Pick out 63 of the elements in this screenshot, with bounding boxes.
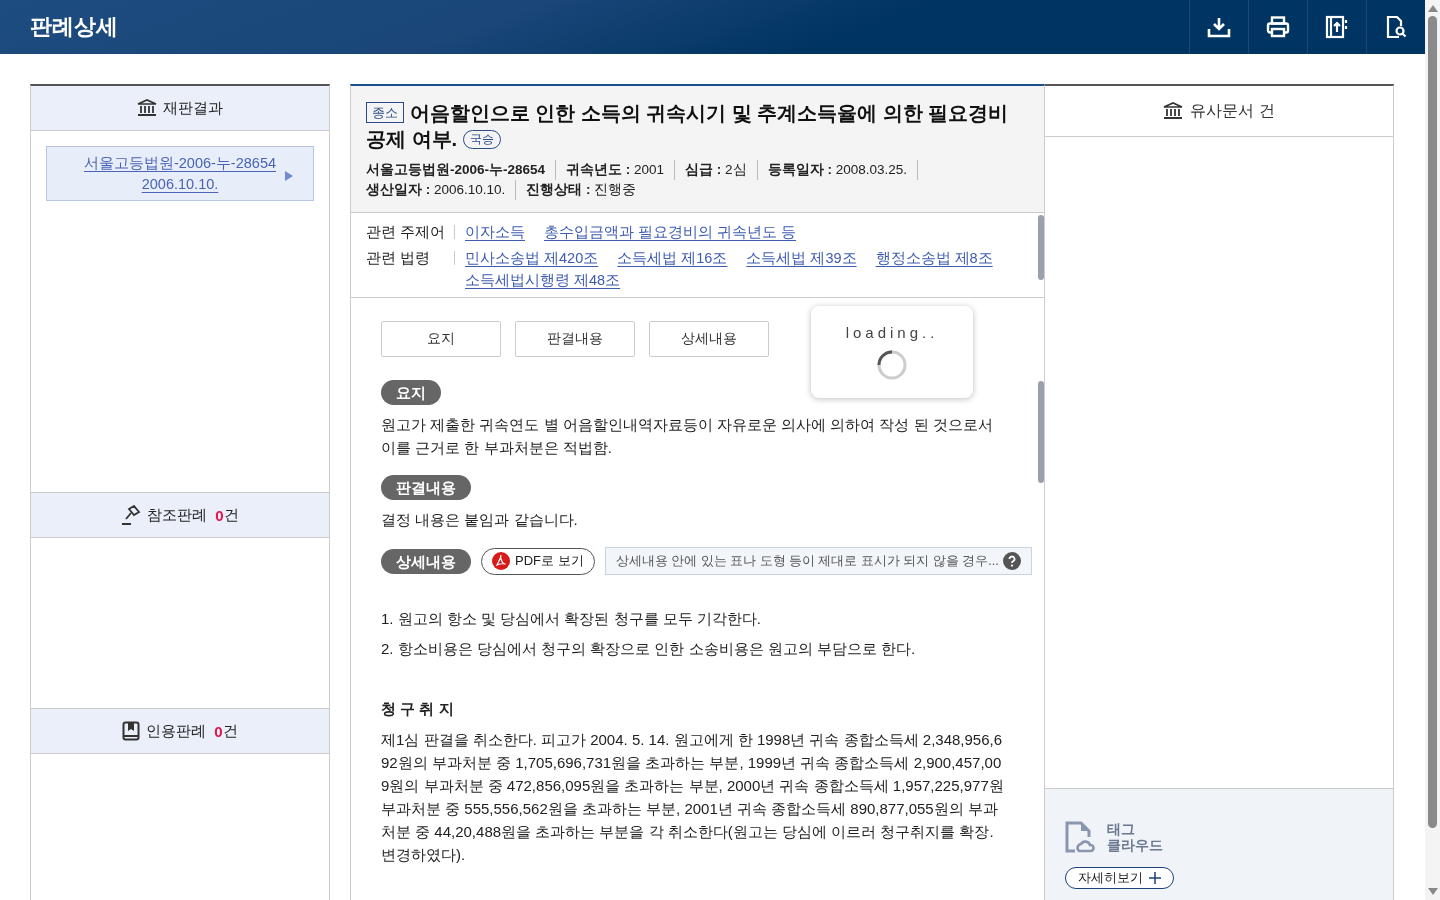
page-scrollbar[interactable] (1425, 0, 1440, 900)
pdf-button[interactable]: PDF로 보기 (481, 547, 595, 575)
related-link[interactable]: 소득세법시행령 제48조 (465, 269, 621, 291)
section-label: 요지 (381, 380, 441, 405)
courthouse-icon (1163, 102, 1184, 120)
meta-item: 생산일자 : 2006.10.10. (366, 180, 517, 200)
page-title: 판례상세 (30, 13, 118, 41)
meta-item: 심급 : 2심 (685, 160, 758, 180)
claim-text: 제1심 판결을 취소한다. 피고가 2004. 5. 14. 원고에게 한 1998년 귀속 종합소득세 2,348,956,692원의 부과처분 중 1,705,696,731원을 초과하는 부분, 1999년 귀속 종합소득세 2,900,457,009원의 부과처분 중 472,856,095원을 초과하는 부분, 2000년 귀속 종합소득세 1,957,225,977원 부과처분 중 555,556,562원을 초과하는 부분, 2001년 귀속 종합소득세 890,877,055원의 부과처분 중 44,20,488원을 초과하는 부분을 각 취소한다(원고는 당심에 이르러 청구취지를 확장.변경하였다). (381, 730, 1005, 865)
hint-text: 상세내용 안에 있는 표나 도형 등이 제대로 표시가 되지 않을 경우... (615, 552, 999, 570)
section-title: 유사문서 건 (1190, 100, 1275, 121)
related-label: 관련 주제어 (366, 222, 446, 242)
courthouse-icon (137, 99, 157, 117)
scrollbar-thumb[interactable] (1038, 381, 1044, 483)
related-label: 관련 법령 (366, 248, 432, 268)
meta-item: 귀속년도 : 2001 (566, 160, 676, 180)
related-link[interactable]: 총수입금액과 필요경비의 귀속년도 등 (544, 221, 797, 243)
count-value: 0 (215, 506, 224, 524)
case-link[interactable]: 서울고등법원-2006-누-28654 2006.10.10. (83, 152, 277, 195)
plus-icon (1149, 872, 1161, 884)
document-search-icon (1385, 15, 1407, 39)
section-title: 참조판례 (147, 505, 208, 525)
judgment-text: 결정 내용은 붙임과 같습니다. (381, 510, 579, 530)
type-badge: 종소 (366, 102, 404, 123)
tag-cloud-title: 태그 클라우드 (1107, 821, 1163, 853)
loading-text: loading.. (845, 323, 939, 341)
scroll-up-icon[interactable] (1427, 4, 1438, 12)
document-cloud-icon (1065, 821, 1095, 853)
spinner-icon (876, 348, 908, 381)
related-link[interactable]: 이자소득 (465, 221, 525, 243)
related-link[interactable]: 민사소송법 제420조 (465, 247, 599, 269)
export-icon (1325, 15, 1349, 39)
meta-item: 서울고등법원-2006-누-28654 (366, 160, 557, 180)
count-value: 0 (214, 722, 223, 740)
section-label: 상세내용 (381, 548, 471, 574)
print-icon (1266, 16, 1290, 38)
help-icon[interactable] (1002, 552, 1021, 570)
section-label: 판결내용 (381, 475, 471, 500)
book-icon (122, 721, 141, 741)
related-link[interactable]: 행정소송법 제8조 (875, 247, 993, 269)
scrollbar-thumb[interactable] (1038, 215, 1044, 280)
section-button[interactable]: 요지 (381, 321, 501, 357)
section-button[interactable]: 상세내용 (649, 321, 769, 357)
related-link[interactable]: 소득세법 제16조 (617, 247, 728, 269)
count-unit: 건 (222, 721, 238, 741)
gavel-icon (121, 505, 142, 525)
count-unit: 건 (223, 505, 239, 525)
subheading: 청 구 취 지 (381, 699, 455, 719)
related-link[interactable]: 소득세법 제39조 (746, 247, 857, 269)
case-title: 종소 어음할인으로 인한 소득의 귀속시기 및 추계소득율에 의한 필요경비 공제 여부. 국승 (366, 101, 1010, 152)
arrow-right-icon (285, 171, 293, 181)
order-item: 2. 항소비용은 당심에서 청구의 확장으로 인한 소송비용은 원고의 부담으로 한다. (381, 639, 917, 659)
summary-text: 원고가 제출한 귀속연도 별 어음할인내역자료등이 자유로운 의사에 의하여 작성 된 것으로서 이를 근거로 한 부과처분은 적법함. (381, 415, 994, 458)
scroll-down-icon[interactable] (1427, 888, 1438, 896)
section-title: 재판결과 (163, 98, 223, 118)
meta-item: 등록일자 : 2008.03.25. (767, 160, 918, 180)
section-title: 인용판례 (146, 721, 207, 741)
pdf-icon (492, 552, 510, 570)
download-icon (1207, 16, 1231, 38)
meta-item: 진행상태 : 진행중 (526, 181, 638, 199)
section-button[interactable]: 판결내용 (515, 321, 635, 357)
more-button[interactable]: 자세히보기 (1065, 867, 1174, 889)
order-item: 1. 원고의 항소 및 당심에서 확장된 청구를 모두 기각한다. (381, 609, 763, 629)
